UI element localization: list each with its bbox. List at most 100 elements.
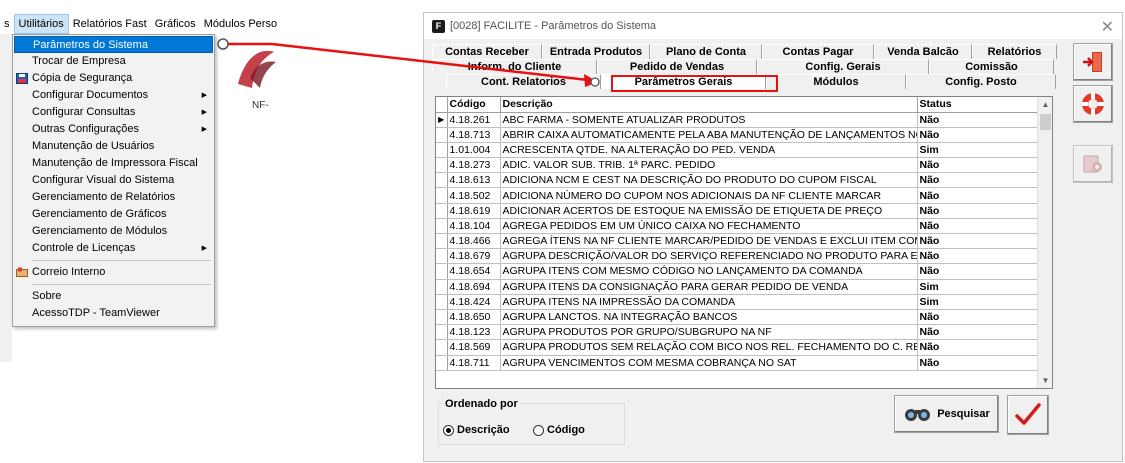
- table-row[interactable]: 4.18.569 AGRUPA PRODUTOS SEM RELAÇÃO COM …: [436, 339, 1040, 356]
- table-row[interactable]: 4.18.619 ADICIONAR ACERTOS DE ESTOQUE NA …: [436, 203, 1040, 219]
- menu-item-gerenciamento-relatorios[interactable]: Gerenciamento de Relatórios: [14, 189, 213, 206]
- table-row[interactable]: 4.18.713 ABRIR CAIXA AUTOMATICAMENTE PELA…: [436, 127, 1040, 143]
- search-button[interactable]: Pesquisar: [894, 395, 999, 433]
- binoculars-icon: [905, 409, 931, 421]
- help-button[interactable]: [1073, 85, 1113, 123]
- cell-status: Sim: [917, 294, 1040, 310]
- menu-modulos-personalizados[interactable]: Módulos Perso: [200, 15, 281, 33]
- settings-button[interactable]: [1073, 145, 1113, 183]
- column-header-descricao[interactable]: Descrição: [500, 97, 918, 113]
- grid-body: ▶ 4.18.261 ABC FARMA - SOMENTE ATUALIZAR P…: [436, 112, 1040, 371]
- disk-icon: [16, 73, 28, 84]
- cell-codigo: 4.18.650: [447, 309, 501, 326]
- menu-item-gerenciamento-modulos[interactable]: Gerenciamento de Módulos: [14, 223, 213, 240]
- menu-item-parametros-do-sistema[interactable]: Parâmetros do Sistema: [14, 36, 213, 53]
- close-button[interactable]: ✕: [1101, 17, 1114, 37]
- cell-codigo: 4.18.613: [447, 172, 501, 189]
- table-row[interactable]: 4.18.104 AGREGA PEDIDOS EM UM ÚNICO CAIXA…: [436, 218, 1040, 235]
- cell-codigo: 4.18.466: [447, 233, 501, 250]
- menu-relatorios-fast[interactable]: Relatórios Fast: [69, 15, 151, 33]
- cell-codigo: 4.18.569: [447, 339, 501, 356]
- tab-config-gerais[interactable]: Config. Gerais: [757, 59, 929, 74]
- menu-item-configurar-consultas[interactable]: Configurar Consultas ▶: [14, 104, 213, 121]
- radio-order-codigo[interactable]: Código: [533, 424, 585, 436]
- table-row[interactable]: 4.18.123 AGRUPA PRODUTOS POR GRUPO/SUBGRU…: [436, 324, 1040, 341]
- menu-item-manutencao-impressora-fiscal[interactable]: Manutenção de Impressora Fiscal: [14, 155, 213, 172]
- table-row[interactable]: ▶ 4.18.261 ABC FARMA - SOMENTE ATUALIZAR P…: [436, 112, 1040, 128]
- menu-item-configurar-visual[interactable]: Configurar Visual do Sistema: [14, 172, 213, 189]
- parametros-grid[interactable]: Código Descrição Status ▶ 4.18.261 ABC FAR…: [435, 96, 1053, 389]
- cell-descricao: ADICIONAR ACERTOS DE ESTOQUE NA EMISSÃO …: [500, 203, 918, 219]
- table-row[interactable]: 4.18.273 ADIC. VALOR SUB. TRIB. 1ª PARC. …: [436, 157, 1040, 174]
- scroll-down-icon[interactable]: ▼: [1038, 373, 1052, 388]
- table-row[interactable]: 4.18.424 AGRUPA ITENS NA IMPRESSÃO DA COM…: [436, 294, 1040, 310]
- table-row[interactable]: 4.18.679 AGRUPA DESCRIÇÃO/VALOR DO SERVIÇ…: [436, 248, 1040, 265]
- cell-status: Não: [917, 127, 1040, 143]
- submenu-arrow-icon: ▶: [201, 92, 207, 99]
- menu-item-manutencao-de-usuarios[interactable]: Manutenção de Usuários: [14, 138, 213, 155]
- scroll-up-icon[interactable]: ▲: [1038, 97, 1052, 112]
- cell-status: Não: [917, 187, 1040, 204]
- cell-descricao: AGREGA ÍTENS NA NF CLIENTE MARCAR/PEDIDO…: [500, 233, 918, 250]
- menu-item-outras-configuracoes[interactable]: Outras Configurações ▶: [14, 121, 213, 138]
- table-row[interactable]: 4.18.650 AGRUPA LANCTOS. NA INTEGRAÇÃO BA…: [436, 309, 1040, 326]
- tab-modulos[interactable]: Módulos: [766, 74, 906, 89]
- cell-codigo: 4.18.711: [447, 355, 501, 371]
- cell-descricao: AGRUPA ITENS NA IMPRESSÃO DA COMANDA: [500, 294, 918, 310]
- cell-status: Não: [917, 355, 1040, 371]
- menu-item-controle-de-licencas[interactable]: Controle de Licenças ▶: [14, 240, 213, 257]
- table-row[interactable]: 1.01.004 ACRESCENTA QTDE. NA ALTERAÇÃO DO…: [436, 142, 1040, 159]
- exit-button[interactable]: [1073, 43, 1113, 81]
- row-indicator: [436, 324, 448, 341]
- tab-inform-do-cliente[interactable]: Inform. do Cliente: [432, 59, 597, 74]
- menu-item-sobre[interactable]: Sobre: [14, 288, 213, 305]
- row-indicator: [436, 203, 448, 219]
- table-row[interactable]: 4.18.466 AGREGA ÍTENS NA NF CLIENTE MARCA…: [436, 233, 1040, 250]
- menu-utilitarios[interactable]: Utilitários: [13, 14, 69, 34]
- table-row[interactable]: 4.18.613 ADICIONA NCM E CEST NA DESCRIÇÃO…: [436, 172, 1040, 189]
- submenu-arrow-icon: ▶: [201, 245, 207, 252]
- menu-item-configurar-documentos[interactable]: Configurar Documentos ▶: [14, 87, 213, 104]
- row-indicator: [436, 233, 448, 250]
- menu-graficos[interactable]: Gráficos: [151, 15, 200, 33]
- tab-venda-balcao[interactable]: Venda Balcão: [874, 44, 972, 59]
- menu-item-gerenciamento-graficos[interactable]: Gerenciamento de Gráficos: [14, 206, 213, 223]
- table-row[interactable]: 4.18.654 AGRUPA ITENS COM MESMO CÓDIGO NO…: [436, 263, 1040, 280]
- tab-pedido-de-vendas[interactable]: Pedido de Vendas: [597, 59, 757, 74]
- tab-comissao[interactable]: Comissão: [929, 59, 1054, 74]
- grid-vertical-scrollbar[interactable]: ▲ ▼: [1037, 97, 1052, 388]
- tab-contas-pagar[interactable]: Contas Pagar: [762, 44, 874, 59]
- column-header-codigo[interactable]: Código: [447, 97, 501, 113]
- tab-config-posto[interactable]: Config. Posto: [906, 74, 1056, 89]
- cell-codigo: 1.01.004: [447, 142, 501, 159]
- table-row[interactable]: 4.18.694 AGRUPA ITENS DA CONSIGNAÇÃO PARA…: [436, 279, 1040, 295]
- row-indicator: [436, 127, 448, 143]
- cell-codigo: 4.18.713: [447, 127, 501, 143]
- tab-cont-relatorios[interactable]: Cont. Relatorios: [446, 74, 601, 89]
- app-background-strip: [0, 34, 12, 362]
- menu-item-copia-de-seguranca[interactable]: Cópia de Segurança: [14, 70, 213, 87]
- cell-status: Sim: [917, 142, 1040, 159]
- mail-icon: [16, 267, 28, 277]
- scroll-thumb[interactable]: [1040, 114, 1051, 130]
- row-indicator: [436, 279, 448, 295]
- row-indicator: [436, 248, 448, 265]
- cell-descricao: AGRUPA VENCIMENTOS COM MESMA COBRANÇA NO…: [500, 355, 918, 371]
- menu-partial[interactable]: s: [0, 15, 14, 33]
- menu-item-trocar-de-empresa[interactable]: Trocar de Empresa: [14, 53, 213, 70]
- tab-plano-de-conta[interactable]: Plano de Conta: [650, 44, 762, 59]
- menu-item-acessotdp-teamviewer[interactable]: AcessoTDP - TeamViewer: [14, 305, 213, 322]
- menu-item-correio-interno[interactable]: Correio Interno: [14, 264, 213, 281]
- table-row[interactable]: 4.18.711 AGRUPA VENCIMENTOS COM MESMA COB…: [436, 355, 1040, 371]
- dialog-title: [0028] FACILITE - Parâmetros do Sistema: [450, 20, 657, 32]
- tab-row-1: Contas Receber Entrada Produtos Plano de…: [432, 44, 1057, 59]
- tab-entrada-produtos[interactable]: Entrada Produtos: [542, 44, 650, 59]
- confirm-button[interactable]: [1007, 395, 1049, 435]
- checkmark-icon: [1015, 403, 1041, 425]
- column-header-status[interactable]: Status: [917, 97, 1040, 113]
- radio-order-descricao[interactable]: Descrição: [443, 424, 510, 436]
- table-row[interactable]: 4.18.502 ADICIONA NÚMERO DO CUPOM NOS ADI…: [436, 187, 1040, 204]
- tab-relatorios[interactable]: Relatórios: [972, 44, 1057, 59]
- cell-descricao: ADICIONA NÚMERO DO CUPOM NOS ADICIONAIS …: [500, 187, 918, 204]
- tab-contas-receber[interactable]: Contas Receber: [432, 44, 542, 59]
